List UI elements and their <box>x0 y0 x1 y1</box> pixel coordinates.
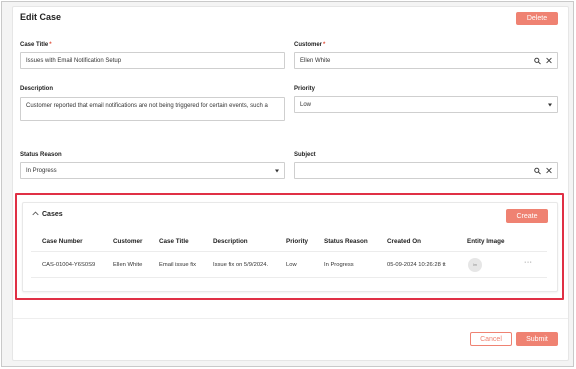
case-title-label: Case Title* <box>20 42 52 48</box>
column-header[interactable]: Case Title <box>159 238 189 245</box>
column-header[interactable]: Customer <box>113 238 142 245</box>
description-label: Description <box>20 86 54 92</box>
table-divider <box>31 251 547 252</box>
chevron-down-icon <box>275 169 279 172</box>
priority-select[interactable]: Low <box>294 96 558 113</box>
description-cell: Issue fix on 5/9/2024. <box>213 262 269 268</box>
customer-cell: Ellen White <box>113 262 143 268</box>
footer-divider <box>13 318 568 319</box>
column-header[interactable]: Priority <box>286 238 308 245</box>
priority-value: Low <box>300 101 312 108</box>
column-header[interactable]: Created On <box>387 238 421 245</box>
customer-label: Customer* <box>294 42 325 48</box>
create-button[interactable]: Create <box>506 209 548 223</box>
required-marker: * <box>49 42 52 48</box>
description-textarea[interactable]: Customer reported that email notificatio… <box>20 97 285 121</box>
status-reason-value: In Progress <box>26 167 57 174</box>
submit-button[interactable]: Submit <box>516 332 558 346</box>
cases-title: Cases <box>42 211 63 218</box>
entity-image-avatar: Im <box>468 258 482 272</box>
customer-value: Ellen White <box>300 57 331 64</box>
description-value: Customer reported that email notificatio… <box>26 103 268 109</box>
case-title-cell: Email issue fix <box>159 262 197 268</box>
cases-subgrid <box>22 202 558 292</box>
customer-field[interactable]: Ellen White <box>294 52 558 69</box>
case-title-field[interactable]: Issues with Email Notification Setup <box>20 52 285 69</box>
column-header[interactable]: Case Number <box>42 238 83 245</box>
cancel-button[interactable]: Cancel <box>470 332 512 346</box>
status-reason-label: Status Reason <box>20 152 62 158</box>
subject-field[interactable] <box>294 162 558 179</box>
chevron-up-icon[interactable] <box>32 211 39 218</box>
delete-button[interactable]: Delete <box>516 12 558 25</box>
case-title-label-text: Case Title <box>20 42 49 48</box>
close-icon[interactable] <box>546 167 552 174</box>
table-divider <box>31 277 547 278</box>
search-icon[interactable] <box>534 167 541 174</box>
close-icon[interactable] <box>546 57 552 64</box>
cases-section-header[interactable]: Cases <box>32 211 63 218</box>
required-marker: * <box>323 42 326 48</box>
customer-label-text: Customer <box>294 42 323 48</box>
status-reason-select[interactable]: In Progress <box>20 162 285 179</box>
search-icon[interactable] <box>534 57 541 64</box>
more-options-icon[interactable]: ··· <box>524 259 533 266</box>
column-header[interactable]: Entity Image <box>467 238 504 245</box>
priority-label: Priority <box>294 86 316 92</box>
status-reason-cell: In Progress <box>324 262 354 268</box>
page-title: Edit Case <box>20 12 62 22</box>
case-title-value: Issues with Email Notification Setup <box>26 57 122 64</box>
column-header[interactable]: Description <box>213 238 248 245</box>
priority-cell: Low <box>286 262 297 268</box>
column-header[interactable]: Status Reason <box>324 238 368 245</box>
case-number-cell[interactable]: CAS-01004-Y6S0S9 <box>42 262 95 268</box>
subject-label: Subject <box>294 152 316 158</box>
created-on-cell: 05-09-2024 10:26:28 tt <box>387 262 446 268</box>
chevron-down-icon <box>548 103 552 106</box>
